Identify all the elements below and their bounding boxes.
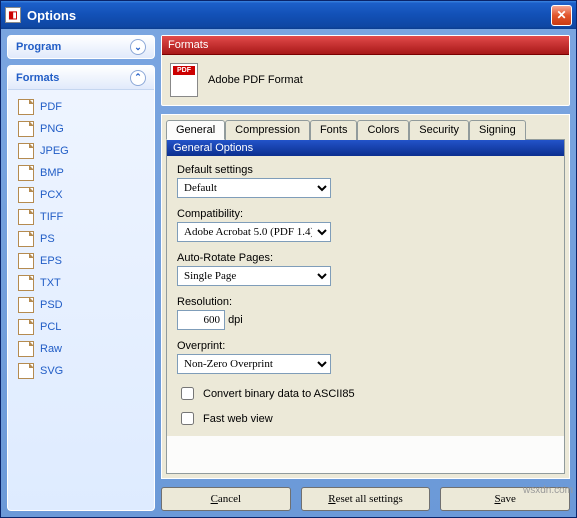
sidebar-item-label: SVG: [40, 365, 63, 377]
fast-web-checkbox[interactable]: [181, 412, 194, 425]
formats-label: Formats: [16, 72, 59, 84]
file-icon: [18, 253, 34, 269]
options-window: ◧ Options ✕ Program ⌄ Formats ⌃ PDF PNG …: [0, 0, 577, 518]
convert-ascii-label: Convert binary data to ASCII85: [203, 388, 355, 400]
resolution-unit: dpi: [228, 314, 243, 326]
sidebar-item-raw[interactable]: Raw: [14, 338, 148, 360]
sidebar-item-png[interactable]: PNG: [14, 118, 148, 140]
sidebar-item-label: EPS: [40, 255, 62, 267]
app-icon: ◧: [5, 7, 21, 23]
formats-accordion-header[interactable]: Formats ⌃: [8, 66, 154, 90]
sidebar-item-tiff[interactable]: TIFF: [14, 206, 148, 228]
chevron-up-icon: ⌃: [130, 70, 146, 86]
fast-web-label: Fast web view: [203, 413, 273, 425]
sidebar-item-label: BMP: [40, 167, 64, 179]
sidebar-item-bmp[interactable]: BMP: [14, 162, 148, 184]
tab-label: Fonts: [320, 124, 348, 136]
sidebar-item-label: PCX: [40, 189, 63, 201]
format-header-panel: Formats Adobe PDF Format: [161, 35, 570, 106]
sidebar-item-pcx[interactable]: PCX: [14, 184, 148, 206]
tab-general[interactable]: General: [166, 120, 225, 140]
compatibility-select[interactable]: Adobe Acrobat 5.0 (PDF 1.4): [177, 222, 331, 242]
file-icon: [18, 165, 34, 181]
format-header-title: Formats: [162, 36, 569, 55]
sidebar-item-eps[interactable]: EPS: [14, 250, 148, 272]
sidebar: Program ⌄ Formats ⌃ PDF PNG JPEG BMP PCX…: [7, 35, 155, 511]
tab-signing[interactable]: Signing: [469, 120, 526, 140]
tab-fonts[interactable]: Fonts: [310, 120, 358, 140]
program-label: Program: [16, 41, 61, 53]
sidebar-item-label: TXT: [40, 277, 61, 289]
tab-label: Signing: [479, 124, 516, 136]
sidebar-item-label: PS: [40, 233, 55, 245]
sidebar-item-label: PDF: [40, 101, 62, 113]
tab-colors[interactable]: Colors: [357, 120, 409, 140]
file-icon: [18, 341, 34, 357]
btn-text: ancel: [218, 493, 241, 505]
default-settings-select[interactable]: Default: [177, 178, 331, 198]
tab-content: General Options Default settings Default…: [166, 139, 565, 474]
file-icon: [18, 143, 34, 159]
button-row: Cancel Reset all settings Save: [161, 487, 570, 511]
window-title: Options: [27, 8, 76, 23]
sidebar-item-psd[interactable]: PSD: [14, 294, 148, 316]
file-icon: [18, 319, 34, 335]
file-icon: [18, 99, 34, 115]
chevron-down-icon: ⌄: [130, 39, 146, 55]
settings-tabs: General Compression Fonts Colors Securit…: [161, 114, 570, 479]
titlebar: ◧ Options ✕: [1, 1, 576, 29]
file-icon: [18, 275, 34, 291]
file-icon: [18, 363, 34, 379]
sidebar-item-jpeg[interactable]: JPEG: [14, 140, 148, 162]
window-body: Program ⌄ Formats ⌃ PDF PNG JPEG BMP PCX…: [1, 29, 576, 517]
tabbar: General Compression Fonts Colors Securit…: [162, 115, 569, 139]
sidebar-item-ps[interactable]: PS: [14, 228, 148, 250]
convert-ascii-checkbox[interactable]: [181, 387, 194, 400]
sidebar-item-pcl[interactable]: PCL: [14, 316, 148, 338]
resolution-label: Resolution:: [177, 296, 554, 308]
btn-text: ave: [501, 493, 516, 505]
pdf-icon: [170, 63, 198, 97]
selected-format-label: Adobe PDF Format: [208, 74, 303, 86]
overprint-select[interactable]: Non-Zero Overprint: [177, 354, 331, 374]
sidebar-item-txt[interactable]: TXT: [14, 272, 148, 294]
auto-rotate-label: Auto-Rotate Pages:: [177, 252, 554, 264]
file-icon: [18, 231, 34, 247]
formats-accordion: Formats ⌃ PDF PNG JPEG BMP PCX TIFF PS E…: [7, 65, 155, 511]
tab-compression[interactable]: Compression: [225, 120, 310, 140]
tab-label: General: [176, 124, 215, 136]
close-button[interactable]: ✕: [551, 5, 572, 26]
resolution-input[interactable]: [177, 310, 225, 330]
auto-rotate-select[interactable]: Single Page: [177, 266, 331, 286]
sidebar-item-pdf[interactable]: PDF: [14, 96, 148, 118]
formats-list: PDF PNG JPEG BMP PCX TIFF PS EPS TXT PSD…: [8, 90, 154, 388]
sidebar-item-label: PSD: [40, 299, 63, 311]
overprint-label: Overprint:: [177, 340, 554, 352]
sidebar-item-svg[interactable]: SVG: [14, 360, 148, 382]
reset-button[interactable]: Reset all settings: [301, 487, 431, 511]
compatibility-label: Compatibility:: [177, 208, 554, 220]
file-icon: [18, 297, 34, 313]
sidebar-item-label: TIFF: [40, 211, 63, 223]
cancel-button[interactable]: Cancel: [161, 487, 291, 511]
file-icon: [18, 209, 34, 225]
program-accordion-header[interactable]: Program ⌄: [7, 35, 155, 59]
tab-label: Compression: [235, 124, 300, 136]
general-options-body: Default settings Default Compatibility: …: [167, 156, 564, 436]
tab-label: Security: [419, 124, 459, 136]
section-title: General Options: [167, 140, 564, 156]
tab-security[interactable]: Security: [409, 120, 469, 140]
sidebar-item-label: Raw: [40, 343, 62, 355]
watermark: wsxdn.com: [523, 485, 573, 496]
default-settings-label: Default settings: [177, 164, 554, 176]
sidebar-item-label: JPEG: [40, 145, 69, 157]
sidebar-item-label: PCL: [40, 321, 61, 333]
close-icon: ✕: [556, 8, 566, 22]
file-icon: [18, 121, 34, 137]
main-column: Formats Adobe PDF Format General Compres…: [161, 35, 570, 511]
file-icon: [18, 187, 34, 203]
btn-text: eset all settings: [336, 493, 403, 505]
sidebar-item-label: PNG: [40, 123, 64, 135]
tab-label: Colors: [367, 124, 399, 136]
